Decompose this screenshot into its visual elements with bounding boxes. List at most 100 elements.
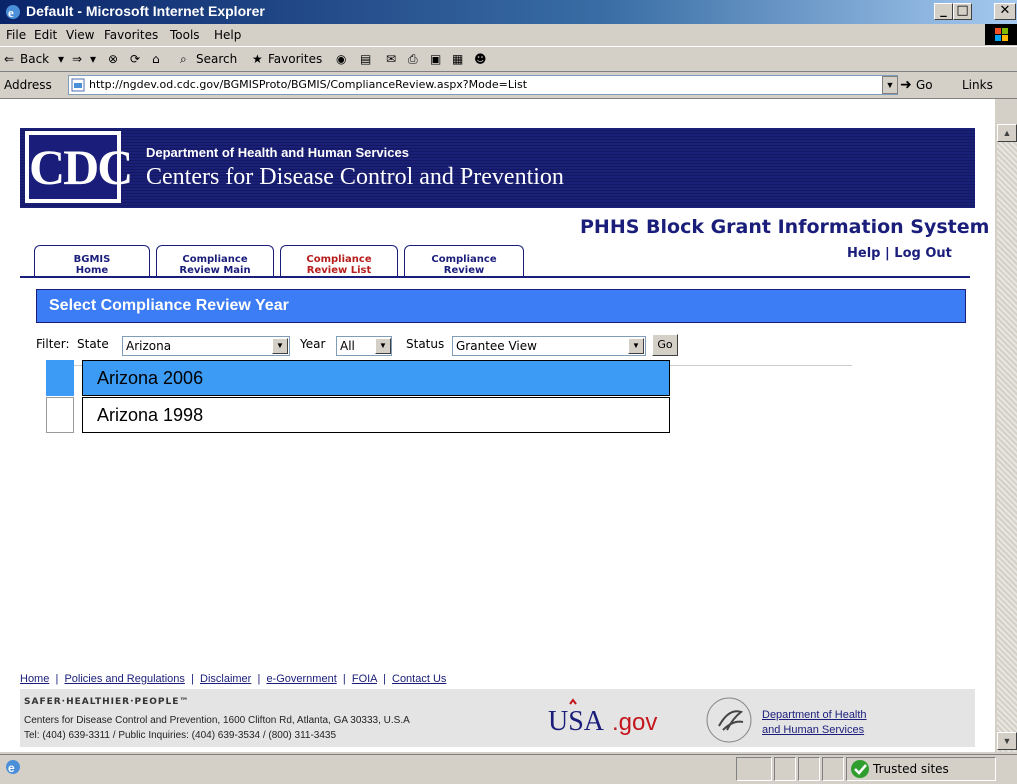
tab-label-line2: Home (75, 265, 109, 276)
footer-link-foia[interactable]: FOIA (352, 673, 377, 685)
window-title: Default - Microsoft Internet Explorer (26, 3, 265, 19)
search-icon[interactable]: ⌕ (180, 52, 187, 67)
go-arrow-icon[interactable]: ➜ (900, 76, 912, 93)
menu-file[interactable]: File (6, 28, 26, 42)
address-input[interactable]: http://ngdev.od.cdc.gov/BGMISProto/BGMIS… (68, 75, 898, 95)
favorites-button[interactable]: Favorites (268, 52, 322, 66)
status-label: Status (406, 337, 445, 351)
footer-address: Centers for Disease Control and Preventi… (24, 713, 410, 743)
svg-text:USA: USA (548, 706, 605, 737)
logout-link[interactable]: Log Out (894, 246, 952, 261)
forward-arrow-icon[interactable]: ⇒ (72, 52, 82, 66)
tab-label-line1: BGMIS (73, 254, 111, 265)
back-button[interactable]: Back (20, 52, 49, 66)
menu-help[interactable]: Help (214, 28, 241, 42)
hhs-link-line1[interactable]: Department of Health (762, 709, 867, 721)
tab-bgmis-home[interactable]: BGMIS Home (34, 245, 150, 277)
menu-edit[interactable]: Edit (34, 28, 57, 42)
status-cell (798, 757, 820, 781)
hhs-link-line2[interactable]: and Human Services (762, 724, 864, 736)
state-select[interactable]: Arizona (122, 336, 290, 356)
list-item[interactable]: Arizona 2006 (82, 360, 670, 396)
minimize-button[interactable]: _ (934, 3, 953, 20)
ie-icon: e (6, 5, 20, 20)
footer-link-home[interactable]: Home (20, 673, 49, 685)
list-item[interactable]: Arizona 1998 (82, 397, 670, 433)
section-title: Select Compliance Review Year (36, 289, 966, 323)
department-name: Department of Health and Human Services (146, 145, 409, 160)
mail-icon[interactable]: ✉ (386, 52, 396, 66)
discuss-icon[interactable]: ▦ (452, 52, 463, 66)
footer-link-egov[interactable]: e-Government (266, 673, 336, 685)
footer-link-disclaimer[interactable]: Disclaimer (200, 673, 251, 685)
hhs-link: Department of Health and Human Services (762, 708, 867, 738)
footer-tagline: SAFER·HEALTHIER·PEOPLE™ (24, 697, 190, 707)
filter-go-button[interactable]: Go (652, 334, 678, 356)
print-icon[interactable]: ⎙ (408, 52, 418, 67)
links-button[interactable]: Links (962, 78, 993, 92)
cdc-logo-text: CDC (29, 135, 133, 199)
menu-tools[interactable]: Tools (170, 28, 200, 42)
footer-links: Home | Policies and Regulations | Discla… (20, 673, 447, 685)
help-link[interactable]: Help (847, 246, 880, 261)
phone-line: Tel: (404) 639-3311 / Public Inquiries: … (24, 730, 337, 741)
year-label: Year (300, 337, 326, 351)
svg-text:e: e (8, 5, 14, 20)
footer-link-contact[interactable]: Contact Us (392, 673, 446, 685)
chevron-down-icon[interactable]: ▼ (628, 338, 644, 354)
row-selector-selected[interactable] (46, 360, 74, 396)
system-title: PHHS Block Grant Information System (580, 216, 990, 238)
usagov-logo[interactable]: USA .gov (540, 698, 680, 742)
checkmark-icon (851, 760, 869, 778)
back-arrow-icon[interactable]: ⇐ (4, 52, 14, 66)
menu-view[interactable]: View (66, 28, 94, 42)
chevron-down-icon[interactable]: ▼ (375, 338, 391, 354)
tab-label-line1: Compliance (182, 254, 248, 265)
tab-label-line2: Review Main (179, 265, 251, 276)
chevron-down-icon[interactable]: ▼ (272, 338, 288, 354)
browser-toolbar: ⇐ Back ▾ ⇒ ▾ ⊗ ⟳ ⌂ ⌕ Search ★ Favorites … (0, 47, 1017, 72)
maximize-button[interactable]: □ (953, 3, 972, 20)
status-select[interactable]: Grantee View (452, 336, 646, 356)
messenger-icon[interactable]: ☻ (474, 52, 487, 66)
search-button[interactable]: Search (196, 52, 237, 66)
address-dropdown-icon[interactable]: ▼ (882, 76, 898, 94)
footer-link-policies[interactable]: Policies and Regulations (64, 673, 184, 685)
tab-compliance-review-main[interactable]: Compliance Review Main (156, 245, 274, 277)
filter-label: Filter: (36, 337, 70, 351)
stop-icon[interactable]: ⊗ (108, 52, 118, 66)
address-label: Address (4, 78, 52, 92)
status-cell (736, 757, 772, 781)
address-line: Centers for Disease Control and Preventi… (24, 715, 410, 726)
tab-label-line2: Review List (306, 265, 372, 276)
tab-label-line2: Review (443, 265, 485, 276)
hhs-seal-icon[interactable] (705, 696, 753, 744)
status-cell (822, 757, 844, 781)
tab-underline (20, 276, 970, 278)
security-zone: Trusted sites (873, 762, 949, 776)
back-dropdown-icon[interactable]: ▾ (58, 52, 64, 66)
media-icon[interactable]: ◉ (336, 52, 346, 66)
tab-compliance-review-list[interactable]: Compliance Review List (280, 245, 398, 278)
row-selector[interactable] (46, 397, 74, 433)
tab-label-line1: Compliance (431, 254, 497, 265)
windows-logo-icon (985, 24, 1017, 45)
close-button[interactable]: ✕ (994, 3, 1016, 20)
edit-icon[interactable]: ▣ (430, 52, 441, 66)
go-button[interactable]: Go (916, 78, 933, 92)
help-logout-links: Help | Log Out (847, 246, 952, 261)
svg-text:e: e (8, 761, 15, 775)
favorites-icon[interactable]: ★ (252, 52, 263, 66)
vertical-scrollbar[interactable] (997, 124, 1017, 752)
menu-favorites[interactable]: Favorites (104, 28, 158, 42)
scroll-down-button[interactable]: ▼ (997, 732, 1017, 750)
history-icon[interactable]: ▤ (360, 52, 371, 66)
home-icon[interactable]: ⌂ (152, 52, 160, 66)
tab-compliance-review[interactable]: Compliance Review (404, 245, 524, 277)
address-bar: Address http://ngdev.od.cdc.gov/BGMISPro… (0, 72, 1017, 99)
scroll-up-button[interactable]: ▲ (997, 124, 1017, 142)
page-icon (71, 78, 85, 92)
refresh-icon[interactable]: ⟳ (130, 52, 140, 66)
menu-bar: File Edit View Favorites Tools Help (0, 24, 1017, 47)
forward-dropdown-icon[interactable]: ▾ (90, 52, 96, 66)
